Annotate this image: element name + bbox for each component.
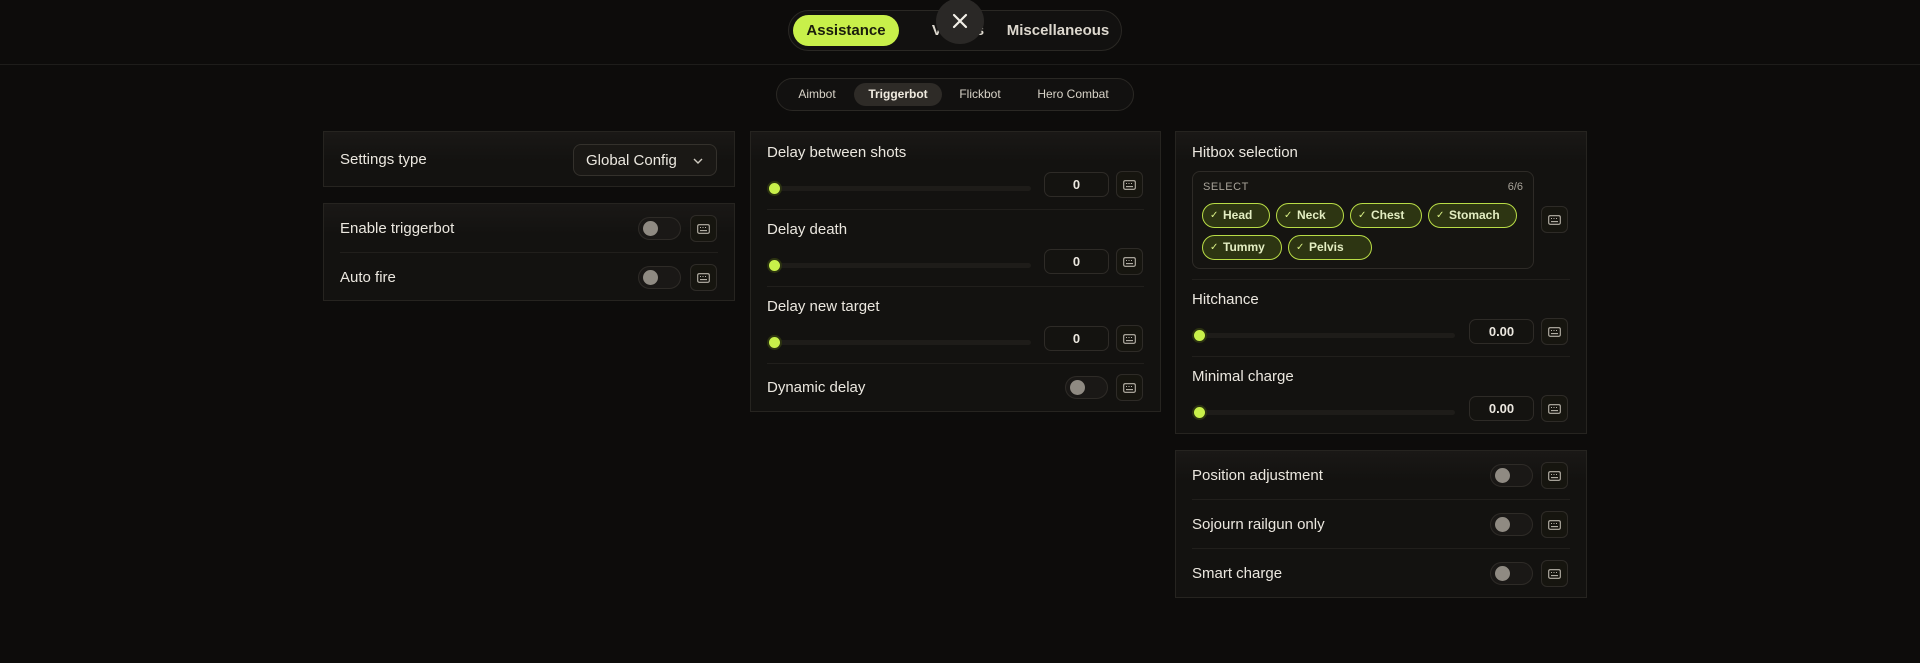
settings-type-select[interactable]: Global Config: [573, 144, 717, 176]
delay-between-shots-keybind-button[interactable]: [1116, 171, 1143, 198]
delay-new-target-slider[interactable]: [775, 340, 1031, 345]
enable-triggerbot-keybind-button[interactable]: [690, 215, 717, 242]
tab-triggerbot[interactable]: Triggerbot: [854, 83, 942, 106]
hitchance-value[interactable]: 0.00: [1469, 319, 1534, 344]
minimal-charge-label: Minimal charge: [1192, 368, 1294, 385]
minimal-charge-slider[interactable]: [1200, 410, 1455, 415]
railgun-options-panel: Position adjustment Sojourn railgun only…: [1175, 450, 1587, 598]
sojourn-railgun-only-label: Sojourn railgun only: [1192, 516, 1325, 533]
check-icon: ✓: [1436, 210, 1445, 221]
sojourn-railgun-only-keybind-button[interactable]: [1541, 511, 1568, 538]
tab-aimbot[interactable]: Aimbot: [787, 83, 847, 106]
enable-triggerbot-label: Enable triggerbot: [340, 220, 455, 237]
delay-death-slider[interactable]: [775, 263, 1031, 268]
delay-between-shots-slider[interactable]: [775, 186, 1031, 191]
tab-assistance[interactable]: Assistance: [793, 15, 899, 46]
row-divider: [767, 286, 1144, 287]
delay-between-shots-value[interactable]: 0: [1044, 172, 1109, 197]
dynamic-delay-toggle[interactable]: [1065, 376, 1108, 399]
row-divider: [1192, 279, 1570, 280]
chip-tummy[interactable]: ✓ Tummy: [1202, 235, 1282, 260]
row-divider: [1192, 499, 1570, 500]
hitbox-select-box[interactable]: SELECT 6/6 ✓ Head ✓ Neck ✓ Chest ✓ Stomach ✓…: [1192, 171, 1534, 269]
position-adjustment-label: Position adjustment: [1192, 467, 1323, 484]
select-caption: SELECT: [1203, 181, 1249, 193]
chevron-down-icon: [693, 158, 703, 164]
dynamic-delay-label: Dynamic delay: [767, 379, 866, 396]
chip-neck[interactable]: ✓ Neck: [1276, 203, 1344, 228]
delays-panel: Delay between shots 0 Delay death 0 Dela…: [750, 131, 1161, 412]
settings-type-panel: Settings type Global Config: [323, 131, 735, 187]
check-icon: ✓: [1296, 242, 1305, 253]
check-icon: ✓: [1210, 242, 1219, 253]
select-count: 6/6: [1507, 181, 1523, 193]
delay-death-thumb[interactable]: [767, 258, 782, 273]
keyboard-icon: [1548, 519, 1561, 530]
delay-between-shots-label: Delay between shots: [767, 144, 907, 161]
tab-hero-combat[interactable]: Hero Combat: [1023, 83, 1123, 106]
tab-miscellaneous[interactable]: Miscellaneous: [999, 15, 1117, 46]
delay-death-value[interactable]: 0: [1044, 249, 1109, 274]
delay-new-target-label: Delay new target: [767, 298, 880, 315]
trigger-toggles-panel: Enable triggerbot Auto fire: [323, 203, 735, 301]
keyboard-icon: [1548, 326, 1561, 337]
enable-triggerbot-toggle[interactable]: [638, 217, 681, 240]
auto-fire-toggle[interactable]: [638, 266, 681, 289]
keyboard-icon: [1548, 214, 1561, 225]
row-divider: [767, 209, 1144, 210]
row-divider: [767, 363, 1144, 364]
delay-new-target-value[interactable]: 0: [1044, 326, 1109, 351]
settings-type-value: Global Config: [586, 152, 677, 169]
check-icon: ✓: [1358, 210, 1367, 221]
chip-head[interactable]: ✓ Head: [1202, 203, 1270, 228]
hitchance-slider[interactable]: [1200, 333, 1455, 338]
keyboard-icon: [1123, 179, 1136, 190]
hitchance-thumb[interactable]: [1192, 328, 1207, 343]
keyboard-icon: [1548, 470, 1561, 481]
keyboard-icon: [697, 272, 710, 283]
hitbox-selection-label: Hitbox selection: [1192, 144, 1298, 161]
smart-charge-label: Smart charge: [1192, 565, 1283, 582]
hitbox-panel: Hitbox selection SELECT 6/6 ✓ Head ✓ Neck …: [1175, 131, 1587, 434]
row-divider: [1192, 356, 1570, 357]
minimal-charge-value[interactable]: 0.00: [1469, 396, 1534, 421]
sub-tab-bar: Aimbot Triggerbot Flickbot Hero Combat: [776, 78, 1134, 111]
chip-pelvis[interactable]: ✓ Pelvis: [1288, 235, 1372, 260]
auto-fire-keybind-button[interactable]: [690, 264, 717, 291]
close-button[interactable]: [936, 0, 984, 44]
header-divider: [0, 64, 1920, 65]
hitchance-keybind-button[interactable]: [1541, 318, 1568, 345]
delay-death-keybind-button[interactable]: [1116, 248, 1143, 275]
row-divider: [340, 252, 718, 253]
position-adjustment-keybind-button[interactable]: [1541, 462, 1568, 489]
tab-flickbot[interactable]: Flickbot: [947, 83, 1013, 106]
keyboard-icon: [1123, 333, 1136, 344]
settings-type-label: Settings type: [340, 151, 427, 168]
keyboard-icon: [1548, 568, 1561, 579]
hitchance-label: Hitchance: [1192, 291, 1259, 308]
keyboard-icon: [1123, 256, 1136, 267]
keyboard-icon: [697, 223, 710, 234]
delay-new-target-thumb[interactable]: [767, 335, 782, 350]
hitbox-keybind-button[interactable]: [1541, 206, 1568, 233]
close-icon: [952, 13, 968, 29]
chip-chest[interactable]: ✓ Chest: [1350, 203, 1422, 228]
chip-stomach[interactable]: ✓ Stomach: [1428, 203, 1517, 228]
auto-fire-label: Auto fire: [340, 269, 396, 286]
dynamic-delay-keybind-button[interactable]: [1116, 374, 1143, 401]
keyboard-icon: [1123, 382, 1136, 393]
minimal-charge-thumb[interactable]: [1192, 405, 1207, 420]
delay-new-target-keybind-button[interactable]: [1116, 325, 1143, 352]
smart-charge-toggle[interactable]: [1490, 562, 1533, 585]
check-icon: ✓: [1210, 210, 1219, 221]
delay-between-shots-thumb[interactable]: [767, 181, 782, 196]
position-adjustment-toggle[interactable]: [1490, 464, 1533, 487]
smart-charge-keybind-button[interactable]: [1541, 560, 1568, 587]
row-divider: [1192, 548, 1570, 549]
check-icon: ✓: [1284, 210, 1293, 221]
minimal-charge-keybind-button[interactable]: [1541, 395, 1568, 422]
sojourn-railgun-only-toggle[interactable]: [1490, 513, 1533, 536]
delay-death-label: Delay death: [767, 221, 848, 238]
keyboard-icon: [1548, 403, 1561, 414]
